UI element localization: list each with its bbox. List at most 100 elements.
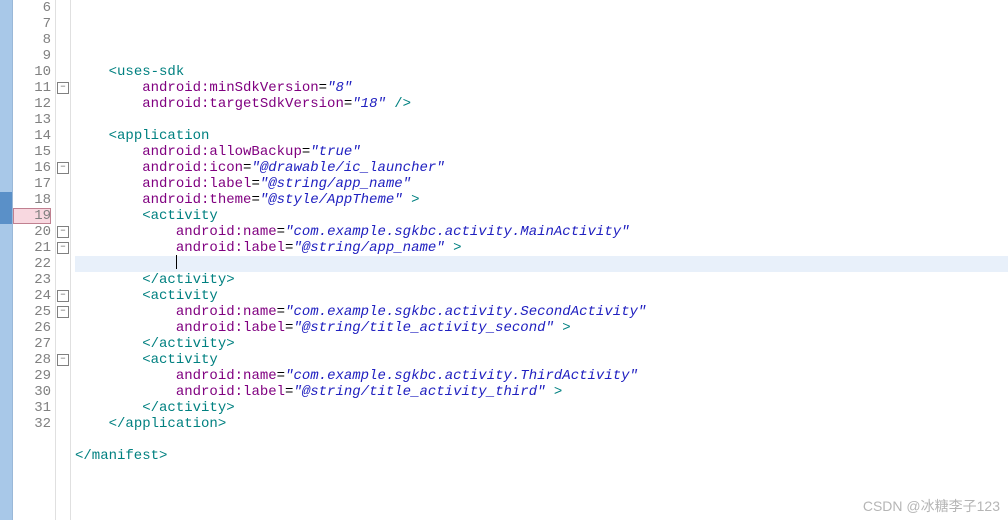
token-punc: = <box>251 176 259 192</box>
line-number: 25 <box>13 304 51 320</box>
line-number: 12 <box>13 96 51 112</box>
line-number: 21 <box>13 240 51 256</box>
line-number: 29 <box>13 368 51 384</box>
code-line[interactable] <box>75 112 1008 128</box>
code-editor[interactable]: 6789101112131415161718192021222324252627… <box>0 0 1008 520</box>
token-str: "18" <box>352 96 386 112</box>
code-line[interactable]: </activity> <box>75 336 1008 352</box>
line-number: 13 <box>13 112 51 128</box>
line-number: 26 <box>13 320 51 336</box>
code-line[interactable]: android:icon="@drawable/ic_launcher" <box>75 160 1008 176</box>
token-attr: android:name <box>176 304 277 320</box>
token-tag: </application> <box>109 416 227 432</box>
token-str: "com.example.sgkbc.activity.MainActivity… <box>285 224 629 240</box>
token-tag: > <box>403 192 420 208</box>
token-punc: = <box>302 144 310 160</box>
line-number: 23 <box>13 272 51 288</box>
line-number: 17 <box>13 176 51 192</box>
code-area[interactable]: <uses-sdk android:minSdkVersion="8" andr… <box>71 0 1008 520</box>
line-number: 24 <box>13 288 51 304</box>
token-attr: android:minSdkVersion <box>142 80 318 96</box>
token-tag: > <box>554 320 571 336</box>
token-tag: </manifest> <box>75 448 167 464</box>
token-str: "@style/AppTheme" <box>260 192 403 208</box>
code-line[interactable]: <uses-sdk <box>75 64 1008 80</box>
code-line[interactable]: </manifest> <box>75 448 1008 464</box>
fold-toggle-icon[interactable]: − <box>57 354 69 366</box>
token-str: "true" <box>310 144 360 160</box>
fold-toggle-icon[interactable]: − <box>57 306 69 318</box>
line-number: 9 <box>13 48 51 64</box>
token-attr: android:icon <box>142 160 243 176</box>
code-line[interactable]: <activity <box>75 288 1008 304</box>
line-number: 18 <box>13 192 51 208</box>
line-number: 32 <box>13 416 51 432</box>
token-tag: /> <box>386 96 411 112</box>
line-number: 28 <box>13 352 51 368</box>
code-line[interactable]: android:name="com.example.sgkbc.activity… <box>75 304 1008 320</box>
code-line[interactable] <box>75 432 1008 448</box>
token-attr: android:label <box>176 240 285 256</box>
token-tag: > <box>445 240 462 256</box>
token-attr: android:label <box>142 176 251 192</box>
code-line[interactable]: </activity> <box>75 272 1008 288</box>
token-attr: android:label <box>176 320 285 336</box>
code-line[interactable]: </application> <box>75 416 1008 432</box>
code-line[interactable] <box>75 48 1008 64</box>
token-attr: android:name <box>176 368 277 384</box>
code-line[interactable] <box>75 464 1008 480</box>
line-number: 6 <box>13 0 51 16</box>
token-str: "com.example.sgkbc.activity.ThirdActivit… <box>285 368 638 384</box>
token-tag: </activity> <box>142 400 234 416</box>
code-line[interactable]: <application <box>75 128 1008 144</box>
line-number: 8 <box>13 32 51 48</box>
token-tag: <application <box>109 128 210 144</box>
line-number: 14 <box>13 128 51 144</box>
code-line[interactable]: <activity <box>75 208 1008 224</box>
code-line[interactable]: </activity> <box>75 400 1008 416</box>
token-punc: = <box>277 304 285 320</box>
line-number: 16 <box>13 160 51 176</box>
code-line[interactable]: android:label="@string/app_name" > <box>75 240 1008 256</box>
line-number: 30 <box>13 384 51 400</box>
line-number: 11 <box>13 80 51 96</box>
code-line[interactable]: <activity <box>75 352 1008 368</box>
token-str: "@string/app_name" <box>293 240 444 256</box>
line-number-gutter: 6789101112131415161718192021222324252627… <box>13 0 56 520</box>
code-line[interactable]: android:targetSdkVersion="18" /> <box>75 96 1008 112</box>
token-tag: </activity> <box>142 272 234 288</box>
code-line[interactable]: android:theme="@style/AppTheme" > <box>75 192 1008 208</box>
fold-toggle-icon[interactable]: − <box>57 242 69 254</box>
token-punc: = <box>319 80 327 96</box>
token-str: "8" <box>327 80 352 96</box>
code-line[interactable]: android:name="com.example.sgkbc.activity… <box>75 224 1008 240</box>
code-line[interactable]: android:minSdkVersion="8" <box>75 80 1008 96</box>
code-line[interactable]: android:allowBackup="true" <box>75 144 1008 160</box>
token-tag: <uses-sdk <box>109 64 185 80</box>
fold-toggle-icon[interactable]: − <box>57 226 69 238</box>
line-number: 10 <box>13 64 51 80</box>
token-punc: = <box>251 192 259 208</box>
token-punc: = <box>277 224 285 240</box>
watermark: CSDN @冰糖李子123 <box>863 496 1000 516</box>
fold-column: − − − − − − − <box>56 0 71 520</box>
token-attr: android:allowBackup <box>142 144 302 160</box>
line-number: 19 <box>13 208 51 224</box>
token-attr: android:label <box>176 384 285 400</box>
code-line[interactable]: android:label="@string/title_activity_se… <box>75 320 1008 336</box>
fold-toggle-icon[interactable]: − <box>57 290 69 302</box>
token-punc: = <box>344 96 352 112</box>
code-line[interactable] <box>75 256 1008 272</box>
marker-bar <box>0 0 13 520</box>
fold-toggle-icon[interactable]: − <box>57 82 69 94</box>
change-marker <box>0 192 12 208</box>
fold-toggle-icon[interactable]: − <box>57 162 69 174</box>
token-str: "@string/app_name" <box>260 176 411 192</box>
code-line[interactable]: android:label="@string/title_activity_th… <box>75 384 1008 400</box>
line-number: 15 <box>13 144 51 160</box>
line-number: 22 <box>13 256 51 272</box>
code-line[interactable]: android:label="@string/app_name" <box>75 176 1008 192</box>
change-marker <box>0 208 12 224</box>
code-line[interactable]: android:name="com.example.sgkbc.activity… <box>75 368 1008 384</box>
token-tag: > <box>546 384 563 400</box>
